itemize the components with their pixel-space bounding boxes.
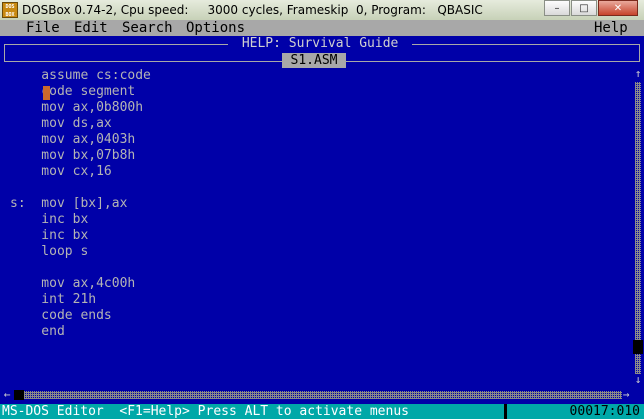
scroll-left-arrow-icon[interactable]: ← — [1, 389, 13, 401]
text-cursor — [43, 86, 50, 100]
editor-screen: HELP: Survival Guide S1.ASM assume cs:co… — [0, 36, 644, 404]
vertical-scroll-thumb[interactable] — [633, 340, 643, 354]
status-message: MS-DOS Editor <F1=Help> Press ALT to act… — [2, 404, 409, 419]
file-tab[interactable]: S1.ASM — [282, 53, 346, 68]
window-controls: – □ ✕ — [543, 0, 638, 18]
window-frame-right — [639, 44, 640, 62]
help-window-title: HELP: Survival Guide — [228, 37, 413, 51]
code-line: mov ax,0403h — [10, 132, 136, 147]
code-line: code segment — [10, 84, 136, 99]
vertical-scrollbar[interactable]: ↑ ↓ — [632, 68, 644, 388]
dosbox-app-icon[interactable]: DOS BOX — [2, 2, 18, 18]
maximize-button[interactable]: □ — [571, 0, 597, 16]
vertical-scroll-track[interactable] — [635, 82, 641, 374]
status-separator — [504, 404, 507, 419]
menu-help[interactable]: Help — [594, 20, 628, 36]
horizontal-scrollbar[interactable]: ← → — [0, 388, 644, 402]
menu-bar: File Edit Search Options Help — [0, 20, 644, 36]
code-line: code ends — [10, 308, 112, 323]
code-line: assume cs:code — [10, 68, 151, 83]
code-line: mov cx,16 — [10, 164, 112, 179]
close-button[interactable]: ✕ — [598, 0, 638, 16]
code-line: loop s — [10, 244, 89, 259]
code-line: int 21h — [10, 292, 97, 307]
horizontal-scroll-track[interactable] — [14, 391, 622, 399]
window-frame-left — [4, 44, 5, 62]
code-line: end — [10, 324, 65, 339]
code-line: mov bx,07b8h — [10, 148, 136, 163]
code-line: s: mov [bx],ax — [10, 196, 128, 211]
scroll-up-arrow-icon[interactable]: ↑ — [633, 68, 643, 80]
code-line: mov ds,ax — [10, 116, 112, 131]
code-line: inc bx — [10, 212, 89, 227]
code-line: mov ax,0b800h — [10, 100, 144, 115]
horizontal-scroll-thumb[interactable] — [14, 390, 24, 400]
scroll-down-arrow-icon[interactable]: ↓ — [633, 374, 643, 386]
window-title: DOSBox 0.74-2, Cpu speed: 3000 cycles, F… — [22, 3, 483, 17]
minimize-button[interactable]: – — [544, 0, 570, 16]
menu-file[interactable]: File — [26, 20, 60, 36]
menu-search[interactable]: Search — [122, 20, 173, 36]
code-line: mov ax,4c00h — [10, 276, 136, 291]
status-bar: MS-DOS Editor <F1=Help> Press ALT to act… — [0, 404, 644, 419]
menu-edit[interactable]: Edit — [74, 20, 108, 36]
cursor-position: 00017:010 — [569, 404, 640, 419]
menu-options[interactable]: Options — [186, 20, 245, 36]
code-line: inc bx — [10, 228, 89, 243]
window-title-bar[interactable]: DOS BOX DOSBox 0.74-2, Cpu speed: 3000 c… — [0, 0, 644, 20]
scroll-right-arrow-icon[interactable]: → — [620, 389, 632, 401]
